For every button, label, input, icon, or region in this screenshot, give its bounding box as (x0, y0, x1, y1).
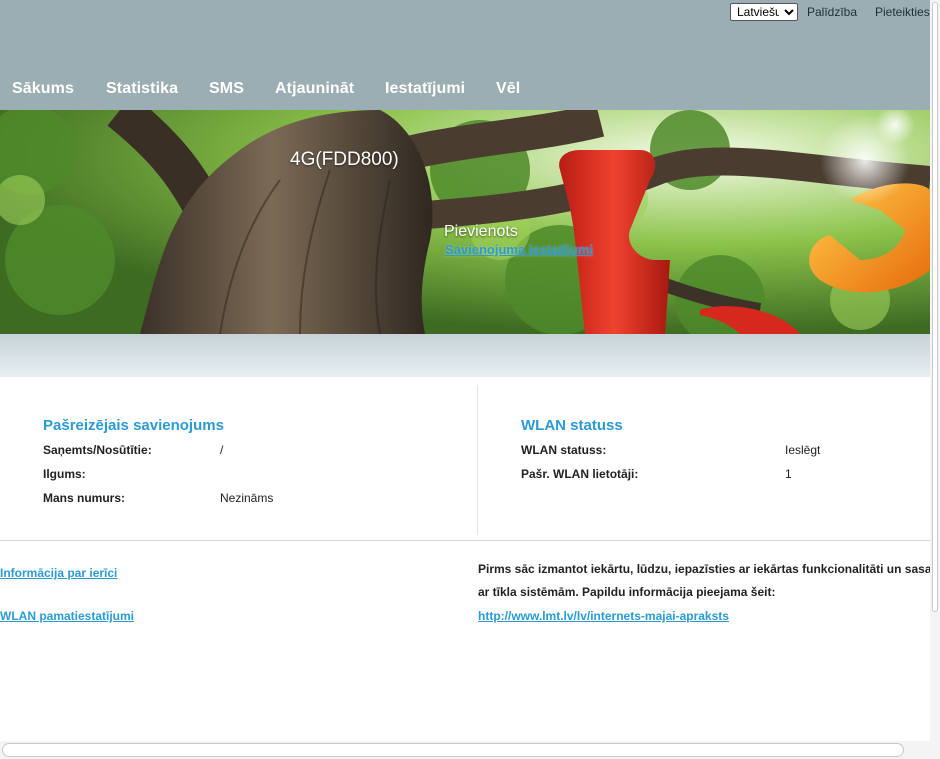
my-number-label: Mans numurs: (43, 491, 126, 505)
notice-line-2: ar tīkla sistēmām. Papildu informācija p… (478, 585, 776, 599)
wlan-users-label: Pašr. WLAN lietotāji: (521, 467, 639, 481)
connection-settings-link[interactable]: Savienojuma iestatījumi (445, 242, 593, 257)
connection-status-label: Pievienots (444, 223, 518, 240)
login-link[interactable]: Pieteikties (875, 5, 930, 19)
vertical-scrollbar-thumb[interactable] (932, 2, 938, 612)
hero-banner: 4G(FDD800) Pievienots Savienojuma iestat… (0, 110, 930, 334)
nav-item-sms[interactable]: SMS (209, 80, 244, 98)
banner-sub-band (0, 334, 930, 377)
section-divider (0, 540, 930, 541)
notice-line-1: Pirms sāc izmantot iekārtu, lūdzu, iepaz… (478, 562, 932, 576)
panel-divider (477, 385, 478, 535)
nav-item-statistics[interactable]: Statistika (106, 80, 178, 98)
device-info-link[interactable]: Informācija par ierīci (0, 566, 117, 580)
nav-item-home[interactable]: Sākums (12, 80, 74, 98)
wlan-status-title: WLAN statuss (521, 417, 623, 434)
wlan-basic-settings-link[interactable]: WLAN pamatiestatījumi (0, 609, 134, 623)
duration-label: Ilgums: (43, 467, 86, 481)
wlan-status-label: WLAN statuss: (521, 443, 607, 457)
vertical-scrollbar[interactable] (930, 0, 940, 759)
nav-item-update[interactable]: Atjaunināt (275, 80, 354, 98)
wlan-status-value: Ieslēgt (785, 443, 821, 457)
header-bar: Latviešu Palīdzība Pieteikties Sākums St… (0, 0, 930, 110)
my-number-value: Nezināms (220, 491, 274, 505)
network-type-label: 4G(FDD800) (290, 149, 399, 170)
help-link[interactable]: Palīdzība (807, 5, 857, 19)
language-select[interactable]: Latviešu (730, 3, 798, 21)
tree-banner-image (0, 110, 930, 334)
received-sent-label: Saņemts/Nosūtītie: (43, 443, 152, 457)
horizontal-scrollbar-thumb[interactable] (2, 743, 904, 757)
notice-info-link[interactable]: http://www.lmt.lv/lv/internets-majai-apr… (478, 609, 729, 623)
nav-item-more[interactable]: Vēl (496, 80, 520, 98)
current-connection-title: Pašreizējais savienojums (43, 417, 224, 434)
horizontal-scrollbar[interactable] (0, 741, 930, 759)
nav-item-settings[interactable]: Iestatījumi (385, 80, 465, 98)
wlan-users-value: 1 (785, 467, 792, 481)
received-sent-value: / (220, 443, 224, 457)
